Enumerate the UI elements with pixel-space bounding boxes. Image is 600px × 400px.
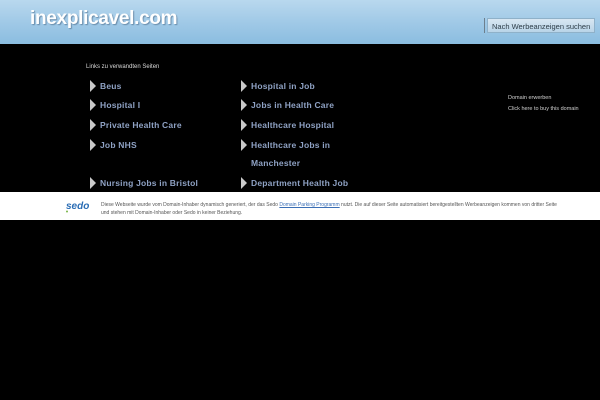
arrow-icon (241, 177, 247, 189)
header-bar: inexplicavel.com Nach Werbeanzeigen such… (0, 0, 600, 44)
arrow-icon (241, 80, 247, 92)
related-link[interactable]: Job NHS (90, 136, 225, 154)
links-heading: Links zu verwandten Seiten (86, 64, 160, 70)
arrow-icon (241, 119, 247, 131)
related-link[interactable]: Department Health Job (241, 174, 376, 192)
related-link-label: Healthcare Jobs in Manchester (251, 140, 331, 168)
related-link-label: Hospital in Job (251, 81, 315, 91)
related-link[interactable]: Hospital I (90, 96, 225, 114)
related-link[interactable]: Private Health Care (90, 116, 225, 134)
arrow-icon (90, 139, 96, 151)
footer-text-part: Diese Webseite wurde vom Domain-Inhaber … (101, 202, 280, 208)
related-link-label: Healthcare Hospital (251, 120, 335, 130)
related-link[interactable]: Healthcare Hospital (241, 116, 376, 134)
arrow-icon (90, 80, 96, 92)
related-link[interactable]: Hospital in Job (241, 77, 376, 95)
footer-disclaimer: Diese Webseite wurde vom Domain-Inhaber … (101, 201, 561, 217)
related-link-label: Jobs in Health Care (251, 100, 335, 110)
related-link[interactable]: Jobs in Health Care (241, 96, 376, 114)
related-link-label: Hospital I (100, 100, 141, 110)
related-link[interactable]: Healthcare Jobs in Manchester (241, 136, 361, 172)
arrow-icon (90, 99, 96, 111)
arrow-icon (90, 119, 96, 131)
buy-domain-link[interactable]: Click here to buy this domain (508, 106, 579, 112)
sedo-logo-text: sedo (66, 201, 89, 212)
arrow-icon (90, 177, 96, 189)
search-area: Nach Werbeanzeigen suchen (484, 18, 596, 33)
search-ads-button[interactable]: Nach Werbeanzeigen suchen (487, 18, 596, 33)
related-link[interactable]: Beus (90, 77, 225, 95)
buy-domain-heading[interactable]: Domain erwerben (508, 95, 551, 101)
footer-bar: sedo Diese Webseite wurde vom Domain-Inh… (0, 192, 600, 220)
related-link-label: Department Health Job (251, 178, 349, 188)
related-link[interactable]: Nursing Jobs in Bristol (90, 174, 225, 192)
domain-parking-link[interactable]: Domain Parking Programm (279, 202, 339, 208)
sedo-logo[interactable]: sedo (64, 198, 96, 214)
arrow-icon (241, 99, 247, 111)
related-link-label: Nursing Jobs in Bristol (100, 178, 199, 188)
separator (484, 18, 485, 33)
related-link-label: Private Health Care (100, 120, 182, 130)
related-link-label: Beus (100, 81, 122, 91)
related-link-label: Job NHS (100, 140, 137, 150)
arrow-icon (241, 139, 247, 151)
site-name: inexplicavel.com (30, 8, 178, 29)
